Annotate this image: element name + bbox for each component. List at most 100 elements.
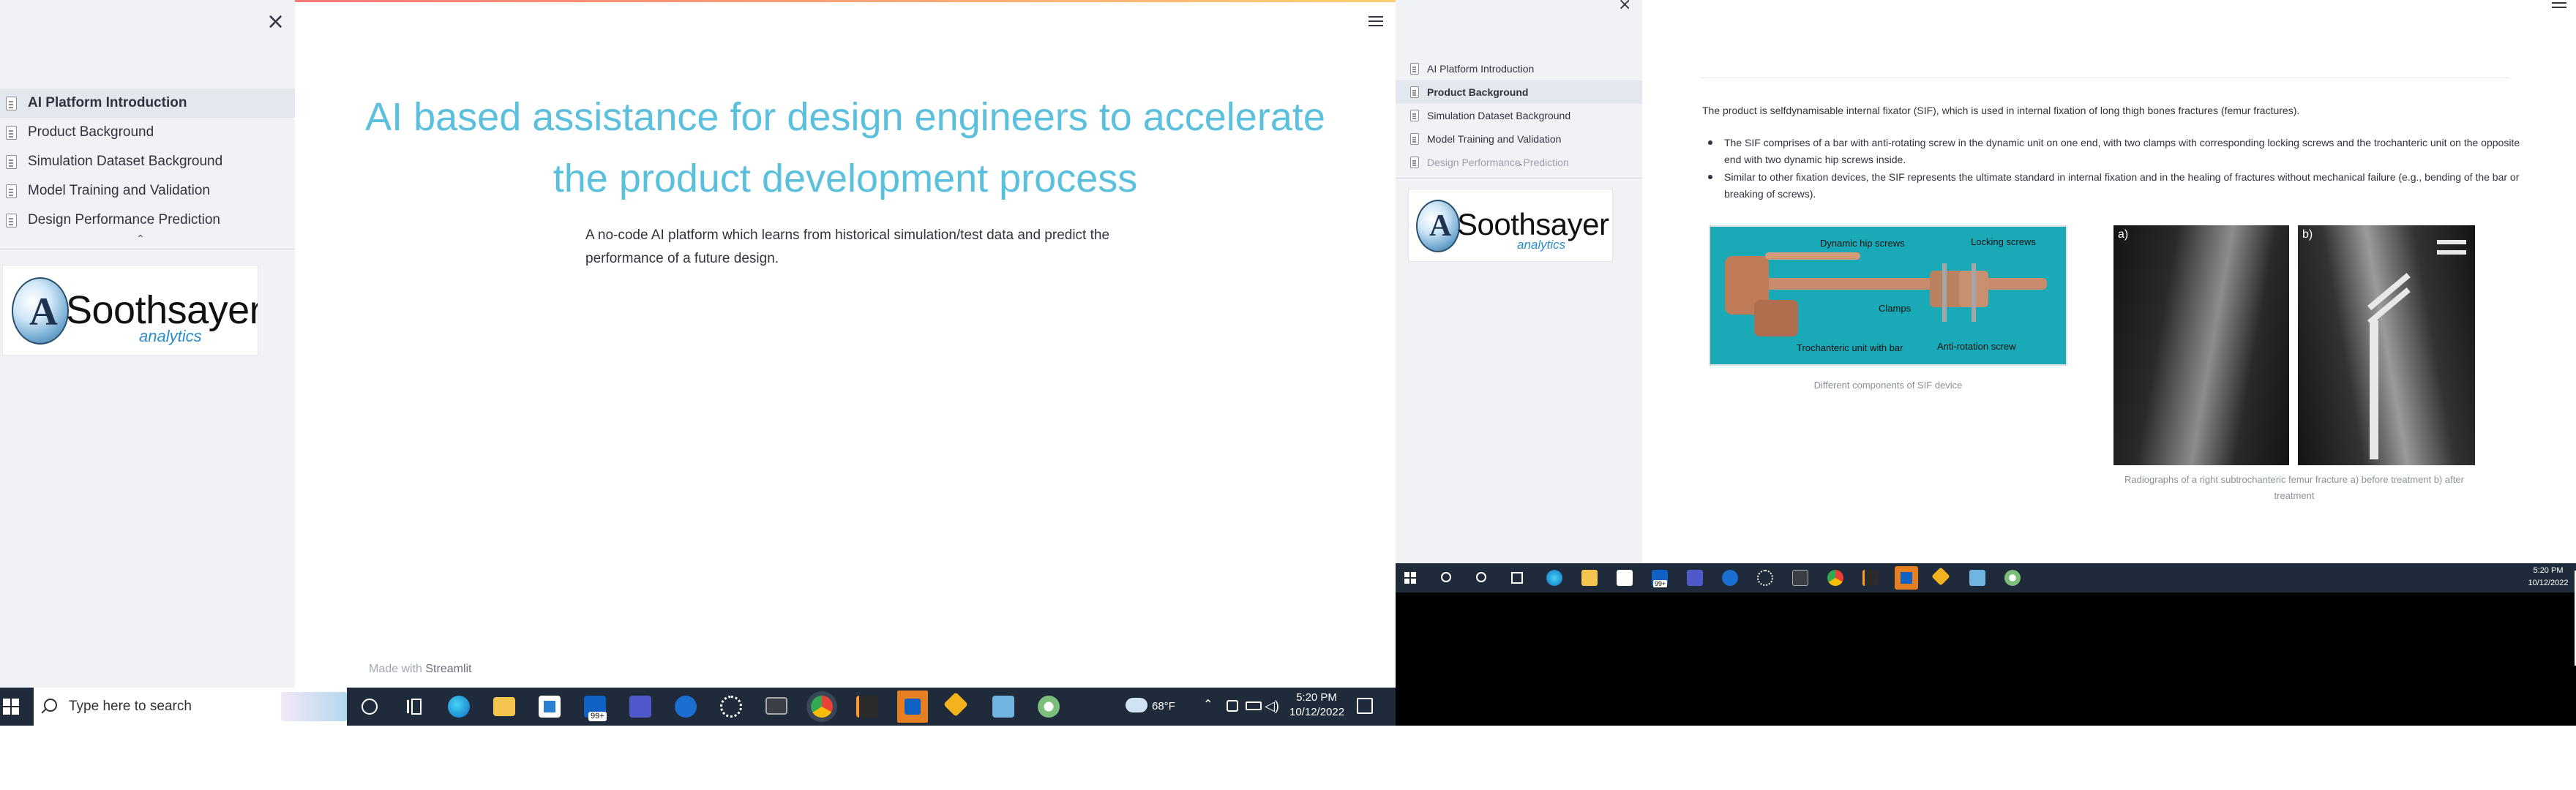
document-icon — [1410, 63, 1419, 75]
clock[interactable]: 5:20 PM 10/12/2022 — [1289, 691, 1344, 720]
mail-icon[interactable]: 99+ — [1652, 570, 1668, 587]
mail-icon[interactable]: 99+ — [584, 696, 607, 721]
right-screen: × AI Platform Introduction Product Backg… — [1396, 0, 2576, 726]
document-icon — [6, 126, 17, 140]
file-explorer-icon[interactable] — [1581, 570, 1598, 586]
webex-icon[interactable] — [1722, 570, 1738, 586]
volume-icon[interactable]: ◁) — [1265, 699, 1279, 713]
teams-icon[interactable] — [1687, 570, 1703, 586]
store-icon[interactable] — [1617, 570, 1633, 586]
sublime-icon[interactable] — [856, 696, 878, 718]
empty-desktop-area — [1396, 592, 2576, 726]
settings-icon[interactable] — [720, 696, 742, 718]
streamlit-link[interactable]: Streamlit — [425, 663, 471, 675]
task-view-icon[interactable] — [407, 699, 424, 715]
sidebar-item-simulation-dataset-background[interactable]: Simulation Dataset Background — [1396, 104, 1642, 127]
sidebar-item-model-training-and-validation[interactable]: Model Training and Validation — [1396, 127, 1642, 151]
sidebar-item-label: Product Background — [1427, 86, 1529, 98]
paint-icon[interactable] — [2004, 570, 2021, 586]
sidebar-item-product-background[interactable]: Product Background — [1396, 80, 1642, 104]
battery-icon[interactable] — [1246, 701, 1262, 710]
sidebar-item-label: AI Platform Introduction — [1427, 63, 1535, 75]
taskbar-search-box[interactable]: Type here to search — [34, 688, 347, 726]
implant-bar — [2370, 320, 2378, 459]
weather-icon[interactable] — [1126, 698, 1147, 712]
outlook-icon[interactable] — [1895, 566, 1918, 590]
made-with-streamlit[interactable]: Made with Streamlit — [369, 663, 472, 676]
weather-temp[interactable]: 68°F — [1152, 699, 1175, 714]
cortana-icon[interactable] — [1476, 572, 1486, 582]
sif-label-trochanteric-unit: Trochanteric unit with bar — [1797, 342, 1903, 353]
sidebar-item-simulation-dataset-background[interactable]: Simulation Dataset Background — [0, 147, 295, 176]
mail-badge: 99+ — [588, 712, 607, 721]
crystal-ball-icon: A — [12, 277, 69, 345]
sublime-icon[interactable] — [1862, 570, 1879, 586]
webex-icon[interactable] — [675, 696, 697, 718]
implant-screw — [2437, 250, 2466, 255]
soothsayer-logo: A Soothsayer analytics — [1408, 189, 1613, 262]
sif-label-anti-rotation-screw: Anti-rotation screw — [1937, 341, 2016, 352]
taskbar: 99+ 5:20 PM 10/12/2022 — [1396, 563, 2576, 592]
document-icon — [1410, 157, 1419, 168]
sidebar-item-label: Product Background — [28, 124, 154, 140]
start-icon[interactable] — [3, 699, 19, 715]
close-sidebar-icon[interactable]: × — [266, 11, 285, 33]
cortana-icon[interactable] — [362, 699, 378, 715]
close-sidebar-icon[interactable]: × — [1618, 0, 1631, 13]
sif-device-image: Dynamic hip screws Locking screws Clamps… — [1709, 225, 2067, 366]
xray-label-b: b) — [2302, 228, 2313, 241]
page-title: AI based assistance for design engineers… — [365, 95, 1325, 200]
settings-icon[interactable] — [1757, 570, 1773, 586]
document-icon — [6, 184, 17, 198]
sidebar-item-model-training-and-validation[interactable]: Model Training and Validation — [0, 176, 295, 206]
sidebar-item-design-performance-prediction[interactable]: Design Performance Prediction — [0, 206, 295, 235]
start-icon[interactable] — [1404, 572, 1416, 584]
product-bullet-list: The SIF comprises of a bar with anti-rot… — [1702, 135, 2522, 203]
chrome-icon[interactable] — [1827, 570, 1843, 586]
xray-label-a: a) — [2118, 228, 2129, 241]
mail-badge: 99+ — [1653, 580, 1668, 587]
terminal-icon[interactable] — [765, 697, 787, 715]
chevron-up-icon[interactable]: ⌃ — [1203, 698, 1213, 712]
crystal-ball-icon: A — [1416, 200, 1460, 252]
network-icon[interactable] — [1227, 700, 1238, 712]
store-icon[interactable] — [539, 696, 561, 718]
chrome-icon[interactable] — [811, 696, 833, 718]
sidebar-item-label: Model Training and Validation — [1427, 133, 1562, 145]
sidebar-item-label: Model Training and Validation — [28, 183, 210, 198]
sidebar-item-label: Design Performance Prediction — [28, 212, 220, 227]
notification-icon[interactable] — [1357, 698, 1373, 714]
edge-icon[interactable] — [448, 696, 470, 718]
sidebar-item-label: AI Platform Introduction — [28, 95, 187, 110]
edge-icon[interactable] — [1546, 570, 1562, 586]
logo-sub: analytics — [139, 327, 202, 345]
outlook-icon[interactable] — [897, 691, 928, 723]
sidebar-item-label: Design Performance Prediction — [1427, 157, 1569, 168]
product-intro: The product is selfdynamisable internal … — [1702, 105, 2300, 116]
sidebar-item-ai-platform-introduction[interactable]: AI Platform Introduction — [0, 89, 295, 118]
collapse-nav-chevron-icon[interactable]: ⌃ — [1517, 162, 1524, 172]
hamburger-menu-icon[interactable] — [1368, 16, 1383, 26]
bullet-item: The SIF comprises of a bar with anti-rot… — [1702, 135, 2522, 168]
logo-name: Soothsayer — [1457, 207, 1609, 241]
paint-icon[interactable] — [1038, 696, 1060, 718]
clock[interactable]: 5:20 PM 10/12/2022 — [2523, 565, 2574, 590]
git-icon[interactable] — [943, 692, 968, 717]
search-highlight-image — [281, 692, 347, 721]
notepad-icon[interactable] — [992, 696, 1014, 718]
sidebar-item-product-background[interactable]: Product Background — [0, 118, 295, 147]
terminal-icon[interactable] — [1792, 570, 1808, 586]
collapse-nav-chevron-icon[interactable]: ⌃ — [136, 233, 145, 245]
logo-letter: A — [1429, 209, 1452, 243]
sidebar: × AI Platform Introduction Product Backg… — [0, 0, 295, 688]
task-view-icon[interactable] — [1511, 572, 1523, 584]
notepad-icon[interactable] — [1969, 570, 1985, 586]
clock-date: 10/12/2022 — [1289, 706, 1345, 718]
git-icon[interactable] — [1931, 567, 1950, 586]
file-explorer-icon[interactable] — [493, 697, 515, 716]
teams-icon[interactable] — [629, 696, 651, 718]
search-icon[interactable] — [1441, 572, 1451, 582]
hamburger-menu-icon[interactable] — [2552, 0, 2566, 8]
sidebar-item-ai-platform-introduction[interactable]: AI Platform Introduction — [1396, 57, 1642, 80]
soothsayer-logo: A Soothsayer analytics — [2, 265, 258, 356]
